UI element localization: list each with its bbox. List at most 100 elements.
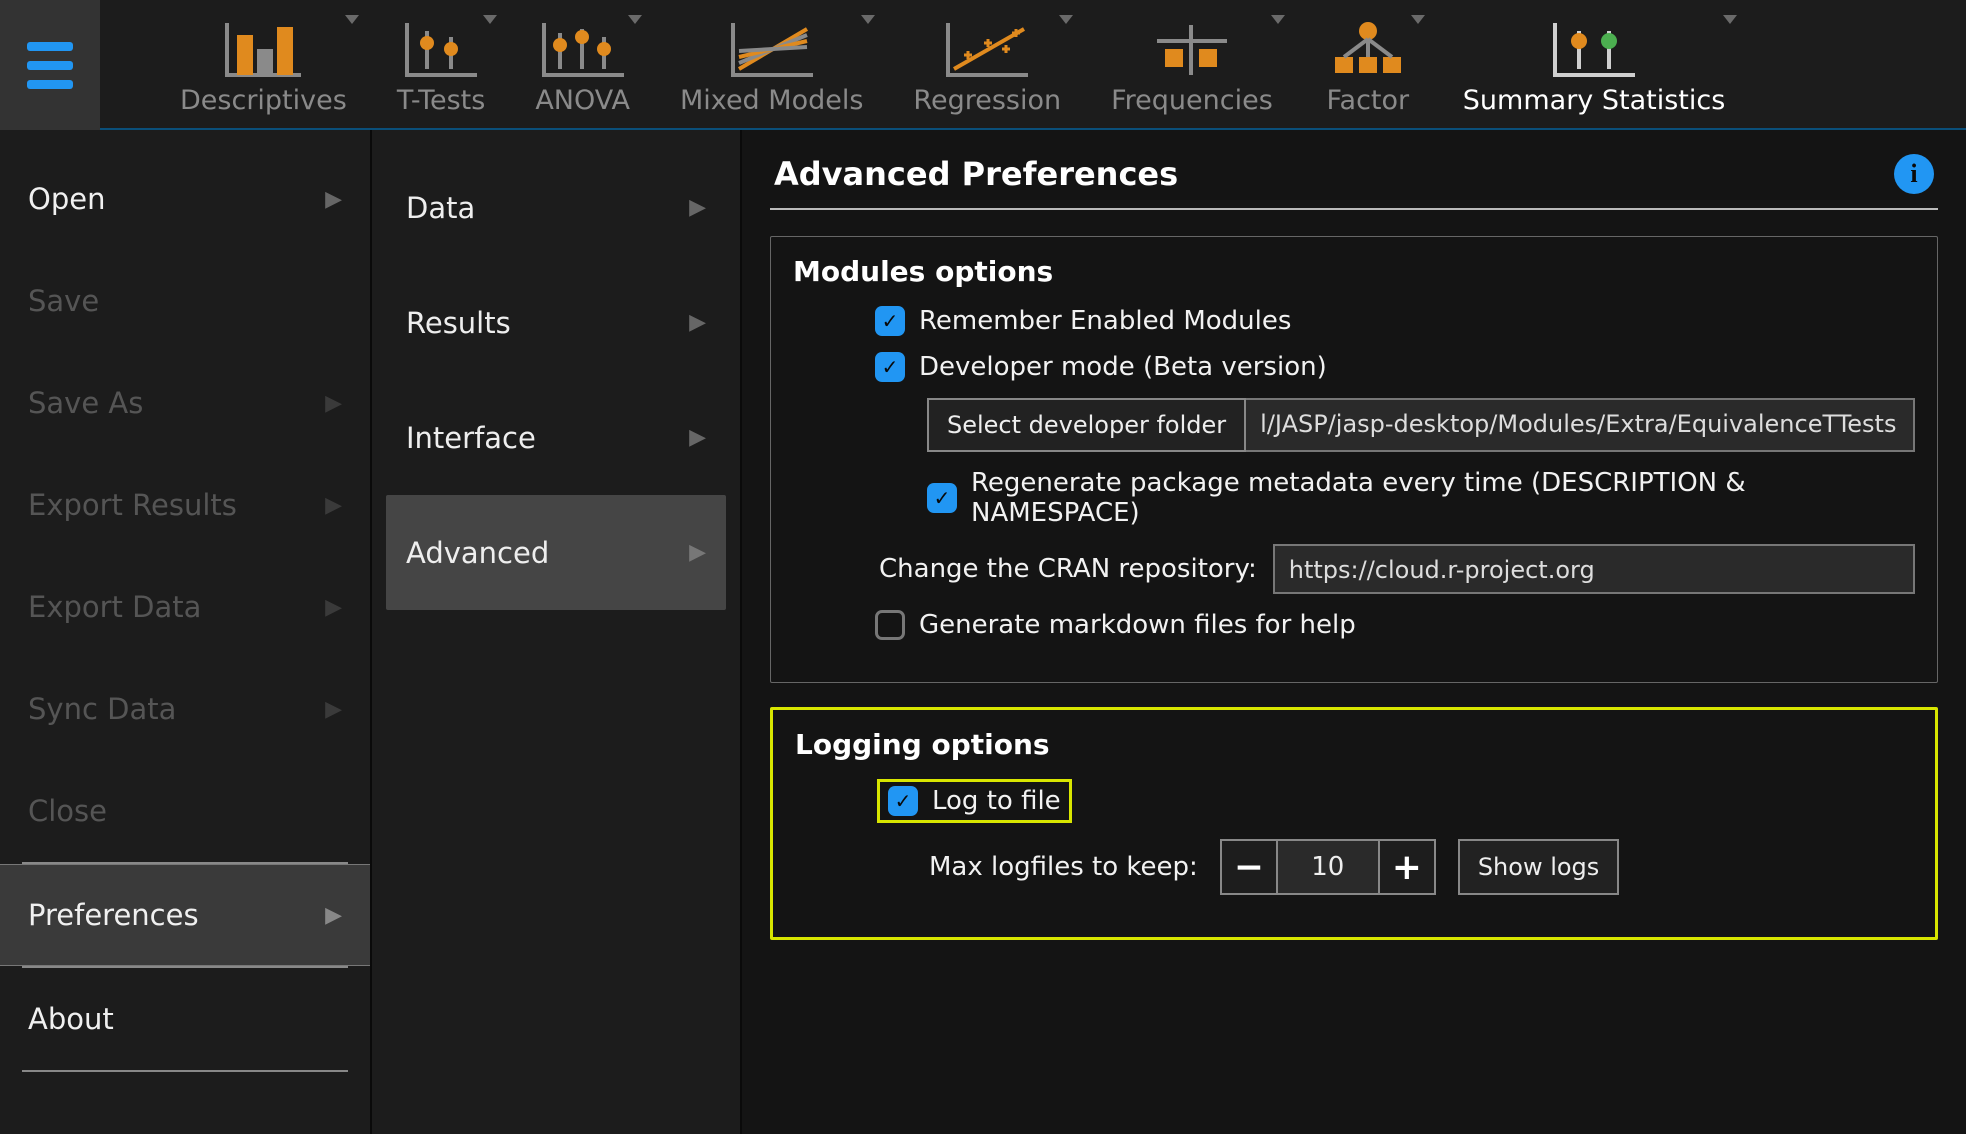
checkbox-label: Generate markdown files for help [919, 610, 1356, 640]
ribbon-factor[interactable]: Factor [1303, 7, 1433, 122]
file-item-preferences[interactable]: Preferences ▶ [0, 864, 370, 966]
chevron-right-icon: ▶ [689, 195, 706, 220]
file-item-label: Save [28, 284, 99, 318]
checkbox-label: Regenerate package metadata every time (… [971, 468, 1915, 528]
group-title: Logging options [795, 728, 1913, 761]
check-icon: ✓ [934, 486, 951, 510]
chevron-right-icon: ▶ [325, 595, 342, 620]
chevron-right-icon: ▶ [325, 903, 342, 928]
developer-mode-checkbox[interactable]: ✓ [875, 352, 905, 382]
prefs-item-results[interactable]: Results ▶ [386, 265, 726, 380]
file-item-close: Close [0, 760, 370, 862]
ribbon-ttests[interactable]: T-Tests [377, 7, 506, 122]
mixed-models-icon [727, 7, 817, 79]
ribbon-regression[interactable]: Regression [893, 7, 1081, 122]
anova-icon [538, 7, 628, 79]
developer-folder-field[interactable]: l/JASP/jasp-desktop/Modules/Extra/Equiva… [1246, 398, 1915, 452]
regression-icon [942, 7, 1032, 79]
ribbon-summary-statistics[interactable]: Summary Statistics [1443, 7, 1746, 122]
ribbon-mixed[interactable]: Mixed Models [660, 7, 883, 122]
file-item-label: Export Results [28, 488, 237, 522]
generate-markdown-checkbox[interactable] [875, 610, 905, 640]
file-item-save-as: Save As ▶ [0, 352, 370, 454]
stepper-value[interactable]: 10 [1278, 839, 1378, 895]
file-item-export-results: Export Results ▶ [0, 454, 370, 556]
ribbon-label: Regression [913, 85, 1061, 116]
chevron-right-icon: ▶ [325, 493, 342, 518]
chevron-right-icon: ▶ [325, 697, 342, 722]
cran-repo-field[interactable]: https://cloud.r-project.org [1273, 544, 1915, 594]
main-header: Advanced Preferences i [770, 148, 1938, 208]
info-icon: i [1910, 159, 1917, 189]
max-logfiles-row: Max logfiles to keep: − 10 + Show logs [795, 839, 1913, 895]
ribbon-label: ANOVA [535, 85, 630, 116]
check-icon: ✓ [882, 355, 899, 379]
regenerate-row: ✓ Regenerate package metadata every time… [793, 468, 1915, 528]
factor-icon [1323, 7, 1413, 79]
file-item-save: Save [0, 250, 370, 352]
log-to-file-row: ✓ Log to file [795, 779, 1913, 823]
ribbon-label: Factor [1326, 85, 1409, 116]
ribbon-frequencies[interactable]: Frequencies [1091, 7, 1293, 122]
check-icon: ✓ [895, 789, 912, 813]
chevron-down-icon [1411, 15, 1425, 24]
frequencies-icon [1151, 7, 1233, 79]
ribbon-anova[interactable]: ANOVA [515, 7, 650, 122]
chevron-right-icon: ▶ [325, 187, 342, 212]
file-item-label: Open [28, 182, 105, 216]
body-panes: Open ▶ Save Save As ▶ Export Results ▶ E… [0, 130, 1966, 1134]
file-item-sync-data: Sync Data ▶ [0, 658, 370, 760]
prefs-item-label: Advanced [406, 536, 549, 570]
chevron-down-icon [628, 15, 642, 24]
select-developer-folder-button[interactable]: Select developer folder [927, 398, 1246, 452]
info-button[interactable]: i [1894, 154, 1934, 194]
log-to-file-checkbox[interactable]: ✓ [888, 786, 918, 816]
group-title: Modules options [793, 255, 1915, 288]
ttest-icon [401, 7, 481, 79]
plus-icon: + [1392, 847, 1422, 888]
ribbon-label: Descriptives [180, 85, 347, 116]
file-item-label: Export Data [28, 590, 201, 624]
select-folder-row: Select developer folder l/JASP/jasp-desk… [793, 398, 1915, 452]
max-logfiles-stepper: − 10 + [1220, 839, 1436, 895]
chevron-down-icon [483, 15, 497, 24]
hamburger-button[interactable] [0, 0, 100, 130]
developer-mode-row: ✓ Developer mode (Beta version) [793, 352, 1915, 382]
modules-options-group: Modules options ✓ Remember Enabled Modul… [770, 236, 1938, 683]
checkbox-label: Log to file [932, 786, 1061, 816]
max-logfiles-label: Max logfiles to keep: [929, 852, 1198, 882]
chevron-down-icon [345, 15, 359, 24]
logging-options-group: Logging options ✓ Log to file Max logfil… [770, 707, 1938, 940]
chevron-right-icon: ▶ [689, 310, 706, 335]
file-item-label: Preferences [28, 898, 199, 932]
remember-modules-checkbox[interactable]: ✓ [875, 306, 905, 336]
prefs-item-data[interactable]: Data ▶ [386, 150, 726, 265]
cran-label: Change the CRAN repository: [879, 554, 1257, 584]
markdown-row: Generate markdown files for help [793, 610, 1915, 640]
chevron-right-icon: ▶ [689, 425, 706, 450]
file-item-export-data: Export Data ▶ [0, 556, 370, 658]
prefs-item-interface[interactable]: Interface ▶ [386, 380, 726, 495]
separator [770, 208, 1938, 210]
file-item-open[interactable]: Open ▶ [0, 148, 370, 250]
ribbon-items: Descriptives T-Tests ANOVA Mixed Models [100, 0, 1966, 128]
remember-modules-row: ✓ Remember Enabled Modules [793, 306, 1915, 336]
ribbon-descriptives[interactable]: Descriptives [160, 7, 367, 122]
stepper-minus-button[interactable]: − [1220, 839, 1278, 895]
check-icon: ✓ [882, 309, 899, 333]
prefs-item-label: Interface [406, 421, 536, 455]
file-item-about[interactable]: About [0, 968, 370, 1070]
main-content: Advanced Preferences i Modules options ✓… [742, 130, 1966, 1134]
summary-stats-icon [1549, 7, 1639, 79]
file-item-label: Close [28, 794, 107, 828]
show-logs-button[interactable]: Show logs [1458, 839, 1619, 895]
minus-icon: − [1234, 847, 1264, 888]
prefs-item-advanced[interactable]: Advanced ▶ [386, 495, 726, 610]
stepper-plus-button[interactable]: + [1378, 839, 1436, 895]
log-to-file-highlight: ✓ Log to file [877, 779, 1072, 823]
regenerate-metadata-checkbox[interactable]: ✓ [927, 483, 957, 513]
prefs-item-label: Results [406, 306, 511, 340]
prefs-item-label: Data [406, 191, 475, 225]
file-item-label: Sync Data [28, 692, 176, 726]
hamburger-icon [27, 42, 73, 89]
